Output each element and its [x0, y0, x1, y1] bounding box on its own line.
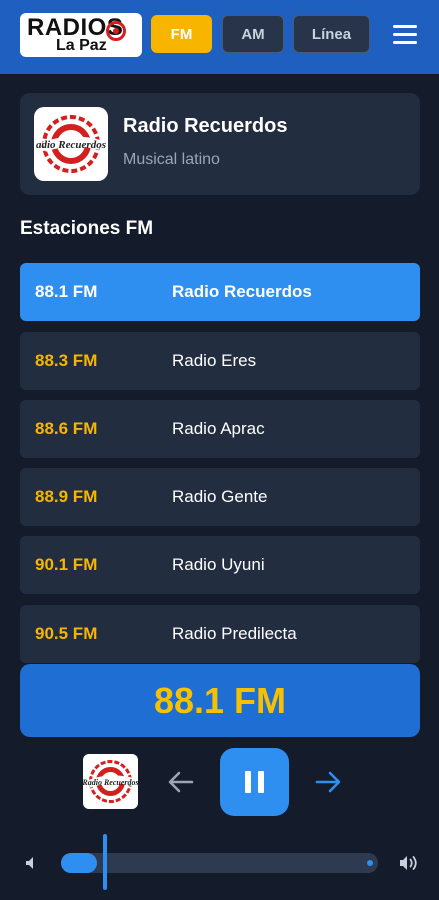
logo-text-city: La Paz — [56, 37, 107, 54]
station-name: Radio Predilecta — [172, 624, 297, 643]
volume-high-icon[interactable] — [398, 853, 420, 873]
station-frequency: 88.9 FM — [35, 487, 98, 506]
station-row[interactable]: 90.5 FM Radio Predilecta — [20, 605, 420, 663]
pause-icon — [245, 771, 251, 793]
volume-slider-thumb[interactable] — [103, 834, 107, 890]
top-app-bar: RADIOS La Paz FM AM Línea — [0, 0, 439, 74]
tab-am[interactable]: AM — [222, 15, 284, 53]
station-row[interactable]: 88.1 FM Radio Recuerdos — [20, 263, 420, 321]
station-name: Radio Gente — [172, 487, 268, 506]
volume-slider[interactable] — [61, 853, 378, 873]
tab-linea[interactable]: Línea — [293, 15, 370, 53]
now-playing-card: adio Recuerdos Radio Recuerdos Musical l… — [20, 93, 420, 195]
now-playing-title: Radio Recuerdos — [123, 115, 288, 137]
volume-slider-fill — [61, 853, 97, 873]
mini-station-logo: Radio Recuerdos — [83, 754, 138, 809]
app-logo: RADIOS La Paz — [20, 13, 142, 57]
station-name: Radio Eres — [172, 351, 257, 370]
station-name: Radio Uyuni — [172, 555, 265, 574]
station-row[interactable]: 88.3 FM Radio Eres — [20, 332, 420, 390]
svg-text:Radio Recuerdos: Radio Recuerdos — [83, 778, 138, 787]
station-row[interactable]: 88.6 FM Radio Aprac — [20, 400, 420, 458]
station-row[interactable]: 88.9 FM Radio Gente — [20, 468, 420, 526]
previous-arrow-icon[interactable] — [165, 766, 197, 798]
station-logo: adio Recuerdos — [34, 107, 108, 181]
station-list[interactable]: 88.1 FM Radio Recuerdos 88.3 FM Radio Er… — [20, 263, 420, 663]
station-name: Radio Recuerdos — [172, 282, 312, 301]
volume-slider-end-dot — [367, 860, 373, 866]
pause-button[interactable] — [220, 748, 289, 816]
station-name: Radio Aprac — [172, 419, 265, 438]
pause-icon — [258, 771, 264, 793]
next-arrow-icon[interactable] — [312, 766, 344, 798]
station-row[interactable]: 90.1 FM Radio Uyuni — [20, 536, 420, 594]
station-frequency: 88.3 FM — [35, 351, 98, 370]
logo-dot-icon — [113, 28, 119, 34]
current-frequency-display: 88.1 FM — [20, 664, 420, 737]
station-frequency: 88.6 FM — [35, 419, 98, 438]
hamburger-menu-icon[interactable] — [393, 25, 417, 45]
station-frequency: 90.5 FM — [35, 624, 98, 643]
volume-low-icon[interactable] — [23, 854, 41, 872]
now-playing-genre: Musical latino — [123, 151, 220, 168]
station-frequency: 88.1 FM — [35, 282, 98, 301]
tab-fm[interactable]: FM — [151, 15, 212, 53]
station-frequency: 90.1 FM — [35, 555, 98, 574]
section-title: Estaciones FM — [20, 218, 154, 239]
svg-text:adio Recuerdos: adio Recuerdos — [36, 139, 106, 151]
